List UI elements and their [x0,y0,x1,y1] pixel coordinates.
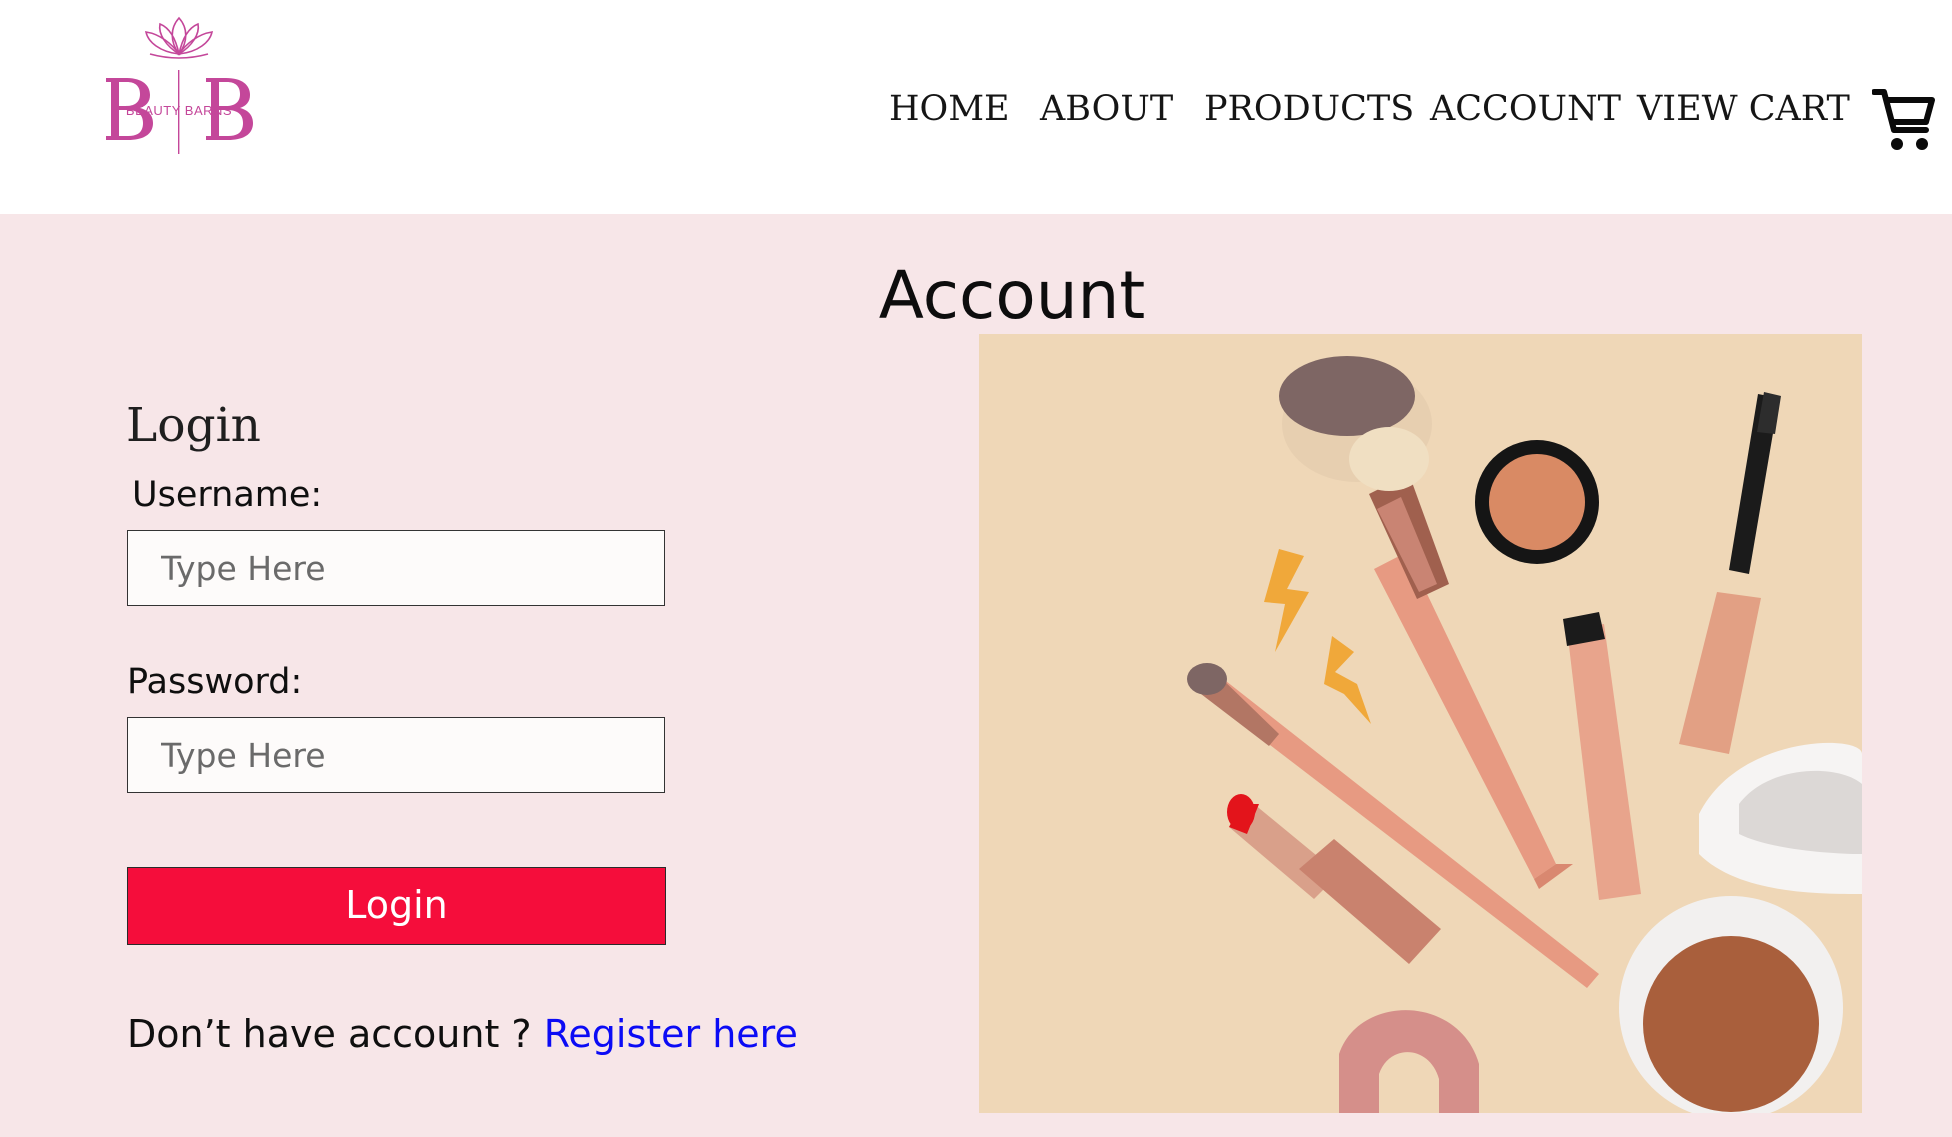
username-label: Username: [132,475,323,515]
nav-products[interactable]: PRODUCTS [1204,84,1414,134]
shopping-cart-icon [1872,89,1935,150]
nav-about[interactable]: ABOUT [1040,84,1173,134]
password-label: Password: [127,662,303,702]
site-header: BEAUTY BARNS HOME ABOUT PRODUCTS ACCOUNT… [0,0,1952,214]
page-title: Account [878,257,1146,334]
register-link[interactable]: Register here [544,1012,798,1056]
nav-view-cart[interactable]: VIEW CART [1637,84,1850,134]
register-prompt: Don’t have account ? Register here [127,1010,798,1058]
password-input[interactable] [127,717,665,793]
main-nav: HOME ABOUT PRODUCTS ACCOUNT VIEW CART [0,84,1952,134]
login-heading: Login [126,398,261,453]
account-section: Account Login Username: Password: Login … [0,214,1952,1137]
makeup-products-image [1187,356,1862,1113]
username-input[interactable] [127,530,665,606]
cart-button[interactable] [1872,86,1936,152]
login-button[interactable]: Login [127,867,666,945]
hero-image [979,334,1862,1113]
register-prompt-text: Don’t have account ? [127,1012,544,1056]
nav-account[interactable]: ACCOUNT [1430,84,1621,134]
nav-home[interactable]: HOME [889,84,1010,134]
